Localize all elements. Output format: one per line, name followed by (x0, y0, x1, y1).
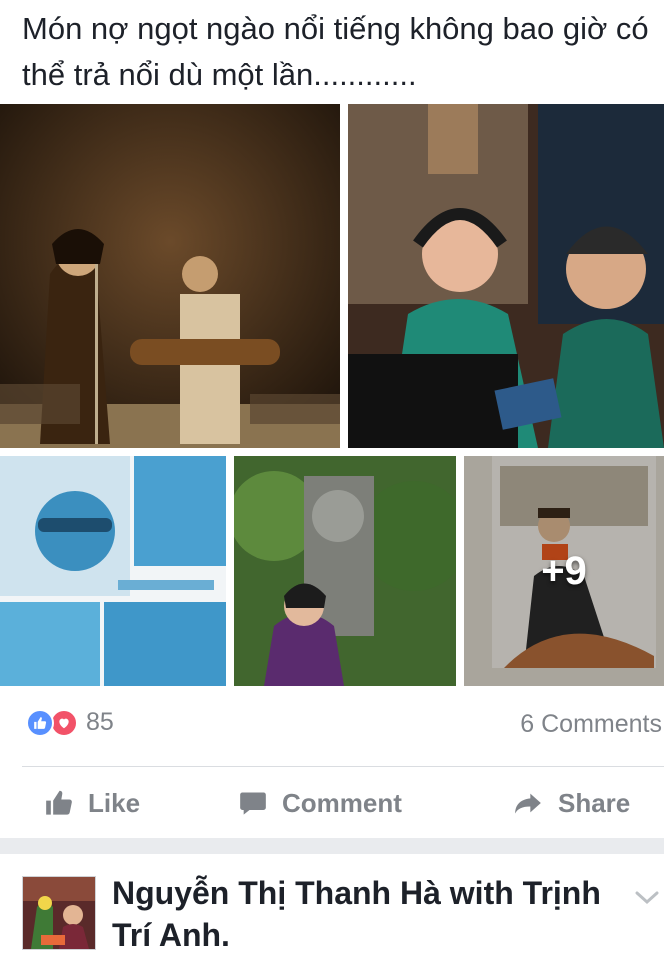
divider (22, 766, 664, 767)
comment-count-link[interactable]: 6 Comments (520, 710, 662, 739)
comment-bubble-icon (240, 792, 266, 815)
photo-4-image (234, 456, 456, 686)
photo-gallery: +9 (0, 104, 664, 686)
comment-label: Comment (282, 787, 402, 818)
post-options-chevron-icon[interactable] (634, 890, 660, 911)
comment-button[interactable]: Comment (238, 768, 402, 838)
post-caption: Món nợ ngọt ngào nổi tiếng không bao giờ… (22, 11, 649, 92)
like-button[interactable]: Like (44, 768, 140, 838)
thumbs-up-icon (46, 790, 72, 815)
with-word: with (449, 875, 514, 911)
post-actions-bar: Like Comment Share (0, 768, 664, 838)
photo-2[interactable] (348, 104, 664, 448)
author-name-link[interactable]: Nguyễn Thị Thanh Hà (112, 875, 441, 911)
photo-1[interactable] (0, 104, 340, 448)
like-label: Like (88, 787, 141, 818)
like-reaction-icon (26, 708, 54, 737)
photo-2-image (348, 104, 664, 448)
photo-3[interactable] (0, 456, 226, 686)
photo-3-image (0, 456, 226, 686)
share-label: Share (558, 787, 631, 818)
feed-separator (0, 838, 664, 854)
photo-5-more[interactable]: +9 (464, 456, 664, 686)
share-arrow-icon (515, 793, 541, 814)
reactions-summary[interactable]: 85 (26, 708, 114, 737)
more-photos-count: +9 (541, 548, 587, 593)
avatar-image (23, 877, 95, 949)
next-post-header: Nguyễn Thị Thanh Hà with Trịnh Trí Anh. (0, 854, 664, 960)
reaction-count: 85 (86, 708, 114, 736)
author-avatar[interactable] (22, 876, 96, 950)
photo-4[interactable] (234, 456, 456, 686)
photo-1-image (0, 104, 340, 448)
share-button[interactable]: Share (512, 768, 630, 838)
post-stats: 85 6 Comments (0, 696, 664, 754)
love-reaction-icon (50, 708, 78, 737)
post-author-line: Nguyễn Thị Thanh Hà with Trịnh Trí Anh. (112, 872, 612, 956)
